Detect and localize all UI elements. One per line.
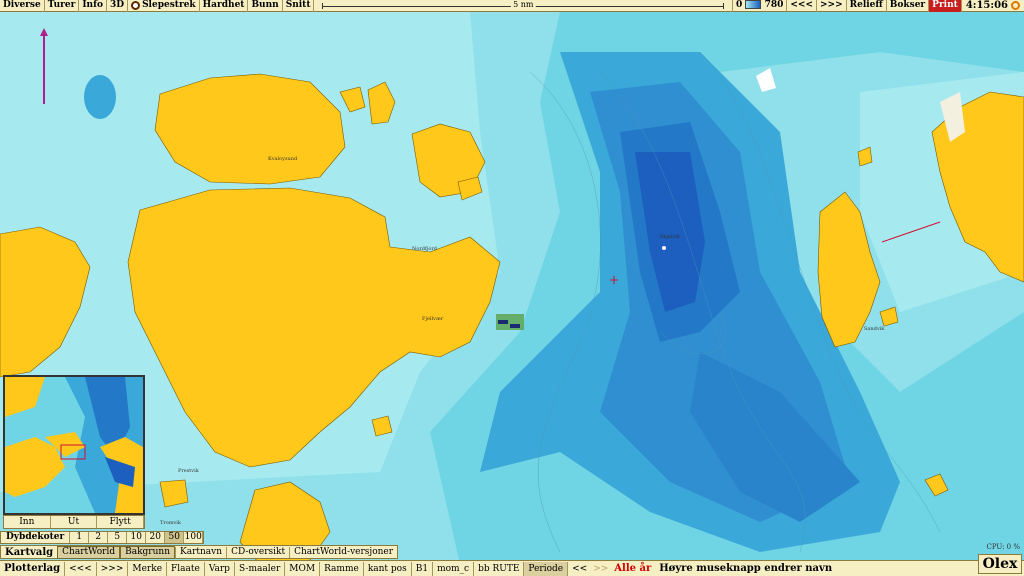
- top-toolbar: Diverse Turer Info 3D Slepestrek Hardhet…: [0, 0, 1024, 12]
- plotter-layer-bar: Plotterlag <<< >>> Merke Flaate Varp S-m…: [0, 560, 1024, 576]
- place-label-skjelvik: Skjelvik: [660, 234, 681, 240]
- depth-contour-selector: Dybdekoter 1 2 5 10 20 50 100: [0, 531, 205, 544]
- minimap-zoom-in-button[interactable]: Inn: [4, 516, 51, 528]
- depth-min-label: 0: [736, 0, 743, 10]
- alle-ar-label[interactable]: Alle år: [610, 563, 655, 574]
- depth-contour-50[interactable]: 50: [165, 532, 185, 543]
- slepestrek-button[interactable]: Slepestrek: [128, 0, 200, 12]
- nav-next-button[interactable]: >>>: [817, 0, 847, 12]
- overview-minimap[interactable]: [3, 375, 145, 515]
- kartnavn-button[interactable]: Kartnavn: [175, 546, 226, 558]
- place-label-tromvik: Tromvik: [160, 520, 182, 526]
- olex-logo: Olex: [978, 554, 1022, 574]
- layer-mom-c[interactable]: mom_c: [432, 561, 473, 576]
- periode-next-disabled: >>: [593, 563, 609, 574]
- nav-prev-button[interactable]: <<<: [787, 0, 817, 12]
- depth-contour-label: Dybdekoter: [1, 532, 71, 543]
- depth-contour-10[interactable]: 10: [127, 532, 147, 543]
- bokser-button[interactable]: Bokser: [887, 0, 930, 12]
- print-button[interactable]: Print: [929, 0, 962, 12]
- clock: 4:15:06: [962, 0, 1024, 11]
- depth-contour-100[interactable]: 100: [184, 532, 204, 543]
- chartworld-button[interactable]: ChartWorld: [57, 545, 121, 559]
- menu-info[interactable]: Info: [79, 0, 107, 12]
- periode-prev-button[interactable]: <<: [567, 561, 591, 576]
- depth-scale[interactable]: 0 780: [733, 0, 788, 12]
- menu-turer[interactable]: Turer: [45, 0, 80, 12]
- layer-s-maaler[interactable]: S-maaler: [233, 561, 284, 576]
- layer-bb-rute[interactable]: bb RUTE: [473, 561, 523, 576]
- plotterlag-label: Plotterlag: [4, 563, 61, 574]
- depth-contour-5[interactable]: 5: [108, 532, 128, 543]
- layer-varp[interactable]: Varp: [203, 561, 234, 576]
- chart-map-canvas[interactable]: Kvaloysund Nordfjord Fjellvær Prestvik S…: [0, 12, 1024, 564]
- layer-ramme[interactable]: Ramme: [319, 561, 363, 576]
- sun-icon: [1011, 1, 1020, 10]
- layer-merke[interactable]: Merke: [127, 561, 166, 576]
- depth-contour-1[interactable]: 1: [70, 532, 90, 543]
- status-message: Høyre museknapp endrer navn: [659, 563, 833, 574]
- layer-next-button[interactable]: >>>: [95, 561, 128, 576]
- layer-kant-pos[interactable]: kant pos: [362, 561, 411, 576]
- minimap-move-button[interactable]: Flytt: [97, 516, 145, 528]
- clock-time: 4:15:06: [965, 0, 1008, 11]
- depth-contour-2[interactable]: 2: [89, 532, 109, 543]
- kartvalg-label: Kartvalg: [5, 546, 54, 558]
- cpu-indicator: CPU: 0 %: [986, 543, 1020, 551]
- place-label-prestvik: Prestvik: [178, 468, 200, 474]
- place-label-nordfjord: Nordfjord: [412, 246, 438, 252]
- place-label-sandvik: Sandvik: [864, 326, 885, 332]
- layer-flaate[interactable]: Flaate: [166, 561, 204, 576]
- record-circle-icon: [131, 1, 141, 10]
- place-label-fjellvaer: Fjellvær: [422, 316, 444, 322]
- chartworld-versjoner-button[interactable]: ChartWorld-versjoner: [289, 546, 397, 558]
- bakgrunn-button[interactable]: Bakgrunn: [120, 545, 175, 559]
- cd-oversikt-button[interactable]: CD-oversikt: [226, 546, 289, 558]
- menu-hardhet[interactable]: Hardhet: [200, 0, 249, 12]
- minimap-controls: Inn Ut Flytt: [3, 515, 145, 529]
- menu-snitt[interactable]: Snitt: [283, 0, 315, 12]
- slepestrek-label: Slepestrek: [142, 0, 196, 10]
- layer-b1[interactable]: B1: [410, 561, 432, 576]
- north-arrow-icon: [40, 28, 48, 108]
- place-label-kvaloysund: Kvaloysund: [268, 156, 298, 162]
- scale-label: 5 nm: [511, 0, 536, 9]
- depth-gradient-icon: [745, 0, 762, 9]
- layer-mom[interactable]: MOM: [284, 561, 319, 576]
- menu-bunn[interactable]: Bunn: [248, 0, 283, 12]
- vessel-marker: [496, 314, 524, 330]
- relieff-button[interactable]: Relieff: [847, 0, 887, 12]
- menu-diverse[interactable]: Diverse: [0, 0, 45, 12]
- chart-selection-bar: Kartvalg ChartWorld Bakgrunn Kartnavn CD…: [0, 545, 399, 559]
- depth-contour-20[interactable]: 20: [146, 532, 166, 543]
- minimap-zoom-out-button[interactable]: Ut: [51, 516, 98, 528]
- menu-3d[interactable]: 3D: [107, 0, 129, 12]
- layer-prev-button[interactable]: <<<: [64, 561, 96, 576]
- depth-max-label: 780: [764, 0, 784, 10]
- scale-bar: 5 nm: [314, 0, 734, 12]
- periode-button[interactable]: Periode: [523, 561, 568, 576]
